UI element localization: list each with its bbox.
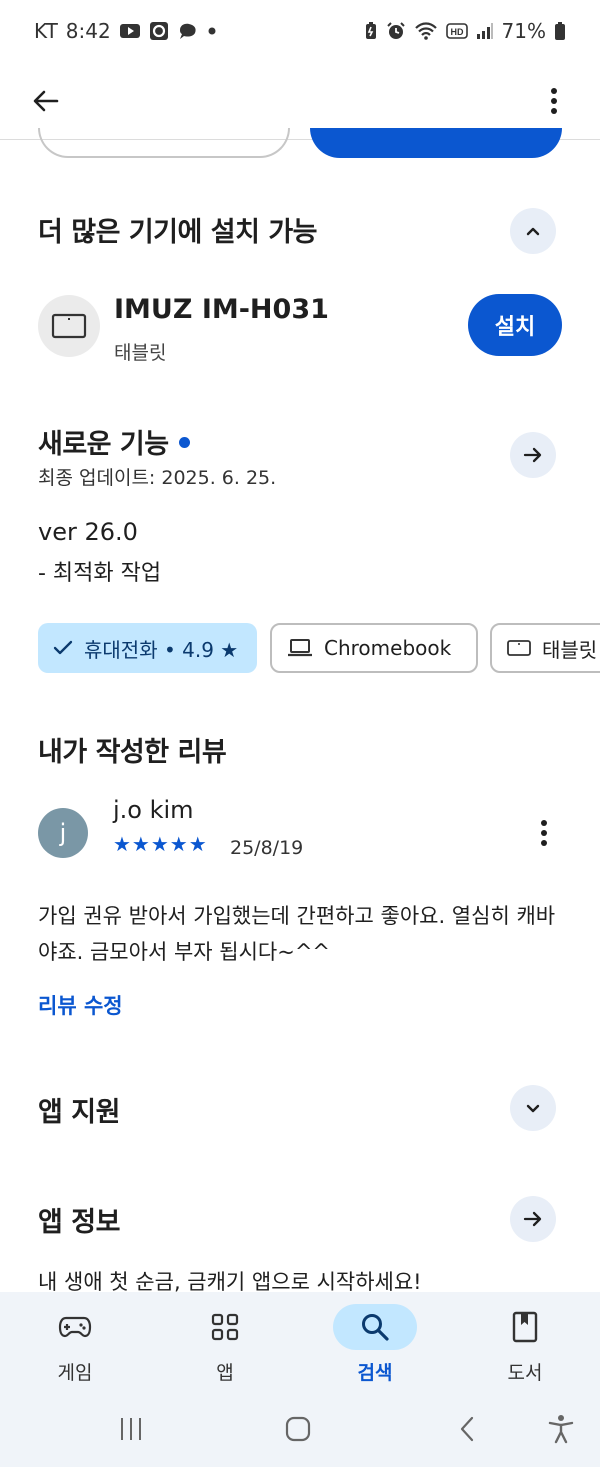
device-name: IMUZ IM-H031 bbox=[114, 294, 329, 325]
more-options-button[interactable] bbox=[536, 83, 572, 119]
hd-voice-icon: HD bbox=[445, 22, 468, 40]
chip-tablet[interactable]: 태블릿 bbox=[490, 623, 600, 673]
my-review-title: 내가 작성한 리뷰 bbox=[38, 737, 227, 768]
nav-games[interactable]: 게임 bbox=[0, 1292, 150, 1398]
signal-icon bbox=[476, 22, 494, 40]
nav-search-icon-wrap bbox=[333, 1304, 417, 1350]
accessibility-button[interactable] bbox=[546, 1414, 576, 1444]
status-left: KT 8:42 bbox=[34, 19, 217, 43]
nav-search-label: 검색 bbox=[357, 1362, 393, 1384]
accessibility-icon bbox=[548, 1415, 574, 1444]
whats-new-title-text: 새로운 기능 bbox=[38, 429, 169, 460]
status-bar: KT 8:42 HD 71% bbox=[0, 0, 600, 62]
recent-apps-icon bbox=[121, 1418, 141, 1440]
whats-new-arrow-button[interactable] bbox=[510, 432, 556, 478]
app-notification-icon bbox=[149, 21, 169, 41]
arrow-back-icon bbox=[33, 90, 59, 111]
rating-stars: ★★★★★ bbox=[113, 832, 208, 856]
app-support-title: 앱 지원 bbox=[38, 1097, 120, 1128]
chat-bubble-icon bbox=[177, 21, 199, 41]
apps-icon bbox=[211, 1313, 239, 1341]
chevron-left-icon bbox=[460, 1416, 474, 1442]
nav-search[interactable]: 검색 bbox=[300, 1292, 450, 1398]
app-info-arrow-button[interactable] bbox=[510, 1196, 556, 1242]
device-row: IMUZ IM-H031 태블릿 설치 bbox=[38, 290, 562, 365]
nav-books[interactable]: 도서 bbox=[450, 1292, 600, 1398]
device-type: 태블릿 bbox=[114, 342, 167, 364]
nav-games-icon-wrap bbox=[33, 1304, 117, 1350]
system-back-button[interactable] bbox=[452, 1414, 482, 1444]
edit-review-link[interactable]: 리뷰 수정 bbox=[38, 990, 123, 1020]
tablet-icon bbox=[507, 640, 531, 656]
arrow-forward-icon bbox=[523, 447, 542, 463]
chip-phone-label: 휴대전화 • 4.9 ★ bbox=[84, 637, 239, 662]
laptop-icon bbox=[288, 639, 312, 657]
app-info-title: 앱 정보 bbox=[38, 1207, 120, 1238]
device-icon-circle bbox=[38, 295, 100, 357]
review-text: 가입 권유 받아서 가입했는데 간편하고 좋아요. 열심히 캐바야죠. 금모아서… bbox=[38, 904, 556, 964]
bottom-navigation: 게임 앱 검색 도서 bbox=[0, 1292, 600, 1398]
book-icon bbox=[512, 1311, 538, 1343]
battery-icon bbox=[554, 21, 566, 41]
avatar: j bbox=[38, 808, 88, 858]
review-date: 25/8/19 bbox=[230, 837, 304, 859]
home-icon bbox=[285, 1416, 311, 1442]
chevron-up-icon bbox=[526, 227, 540, 236]
back-button[interactable] bbox=[28, 83, 64, 119]
last-updated-text: 최종 업데이트: 2025. 6. 25. bbox=[38, 467, 277, 489]
release-note-text: - 최적화 작업 bbox=[38, 561, 162, 586]
youtube-icon bbox=[119, 22, 141, 40]
chip-chromebook[interactable]: Chromebook bbox=[270, 623, 478, 673]
system-navigation-bar bbox=[0, 1398, 600, 1467]
whats-new-title: 새로운 기능 bbox=[38, 422, 190, 461]
chip-chromebook-label: Chromebook bbox=[324, 636, 452, 660]
more-vert-icon bbox=[551, 87, 557, 114]
new-indicator-dot bbox=[178, 437, 190, 448]
search-icon bbox=[362, 1314, 389, 1341]
nav-apps[interactable]: 앱 bbox=[150, 1292, 300, 1398]
battery-percentage: 71% bbox=[501, 19, 546, 43]
nav-apps-label: 앱 bbox=[216, 1362, 234, 1384]
version-text: ver 26.0 bbox=[38, 518, 138, 546]
more-devices-title: 더 많은 기기에 설치 가능 bbox=[38, 217, 318, 248]
tablet-icon bbox=[51, 313, 87, 339]
home-button[interactable] bbox=[283, 1414, 313, 1444]
expand-app-support-button[interactable] bbox=[510, 1085, 556, 1131]
nav-books-label: 도서 bbox=[507, 1362, 543, 1384]
carrier-label: KT bbox=[34, 19, 58, 43]
review-more-button[interactable] bbox=[526, 815, 562, 851]
clock: 8:42 bbox=[65, 19, 111, 43]
chip-phone[interactable]: 휴대전화 • 4.9 ★ bbox=[38, 623, 257, 673]
chip-tablet-label: 태블릿 bbox=[542, 637, 598, 662]
chevron-down-icon bbox=[526, 1104, 540, 1113]
nav-books-icon-wrap bbox=[483, 1304, 567, 1350]
reviewer-name: j.o kim bbox=[113, 796, 194, 824]
battery-saver-icon bbox=[364, 21, 378, 41]
more-vert-icon bbox=[541, 820, 547, 846]
nav-games-label: 게임 bbox=[57, 1362, 93, 1384]
recent-apps-button[interactable] bbox=[116, 1414, 146, 1444]
svg-text:HD: HD bbox=[450, 27, 463, 37]
status-right: HD 71% bbox=[364, 19, 566, 43]
wifi-icon bbox=[414, 21, 438, 41]
install-button[interactable]: 설치 bbox=[468, 294, 562, 356]
arrow-forward-icon bbox=[523, 1211, 542, 1227]
more-notifications-dot-icon bbox=[207, 26, 217, 36]
collapse-more-devices-button[interactable] bbox=[510, 208, 556, 254]
gamepad-icon bbox=[58, 1316, 92, 1338]
partial-outline-button[interactable] bbox=[38, 128, 290, 158]
nav-apps-icon-wrap bbox=[183, 1304, 267, 1350]
alarm-icon bbox=[386, 21, 406, 41]
partial-filled-button[interactable] bbox=[310, 128, 562, 158]
check-icon bbox=[53, 640, 73, 655]
